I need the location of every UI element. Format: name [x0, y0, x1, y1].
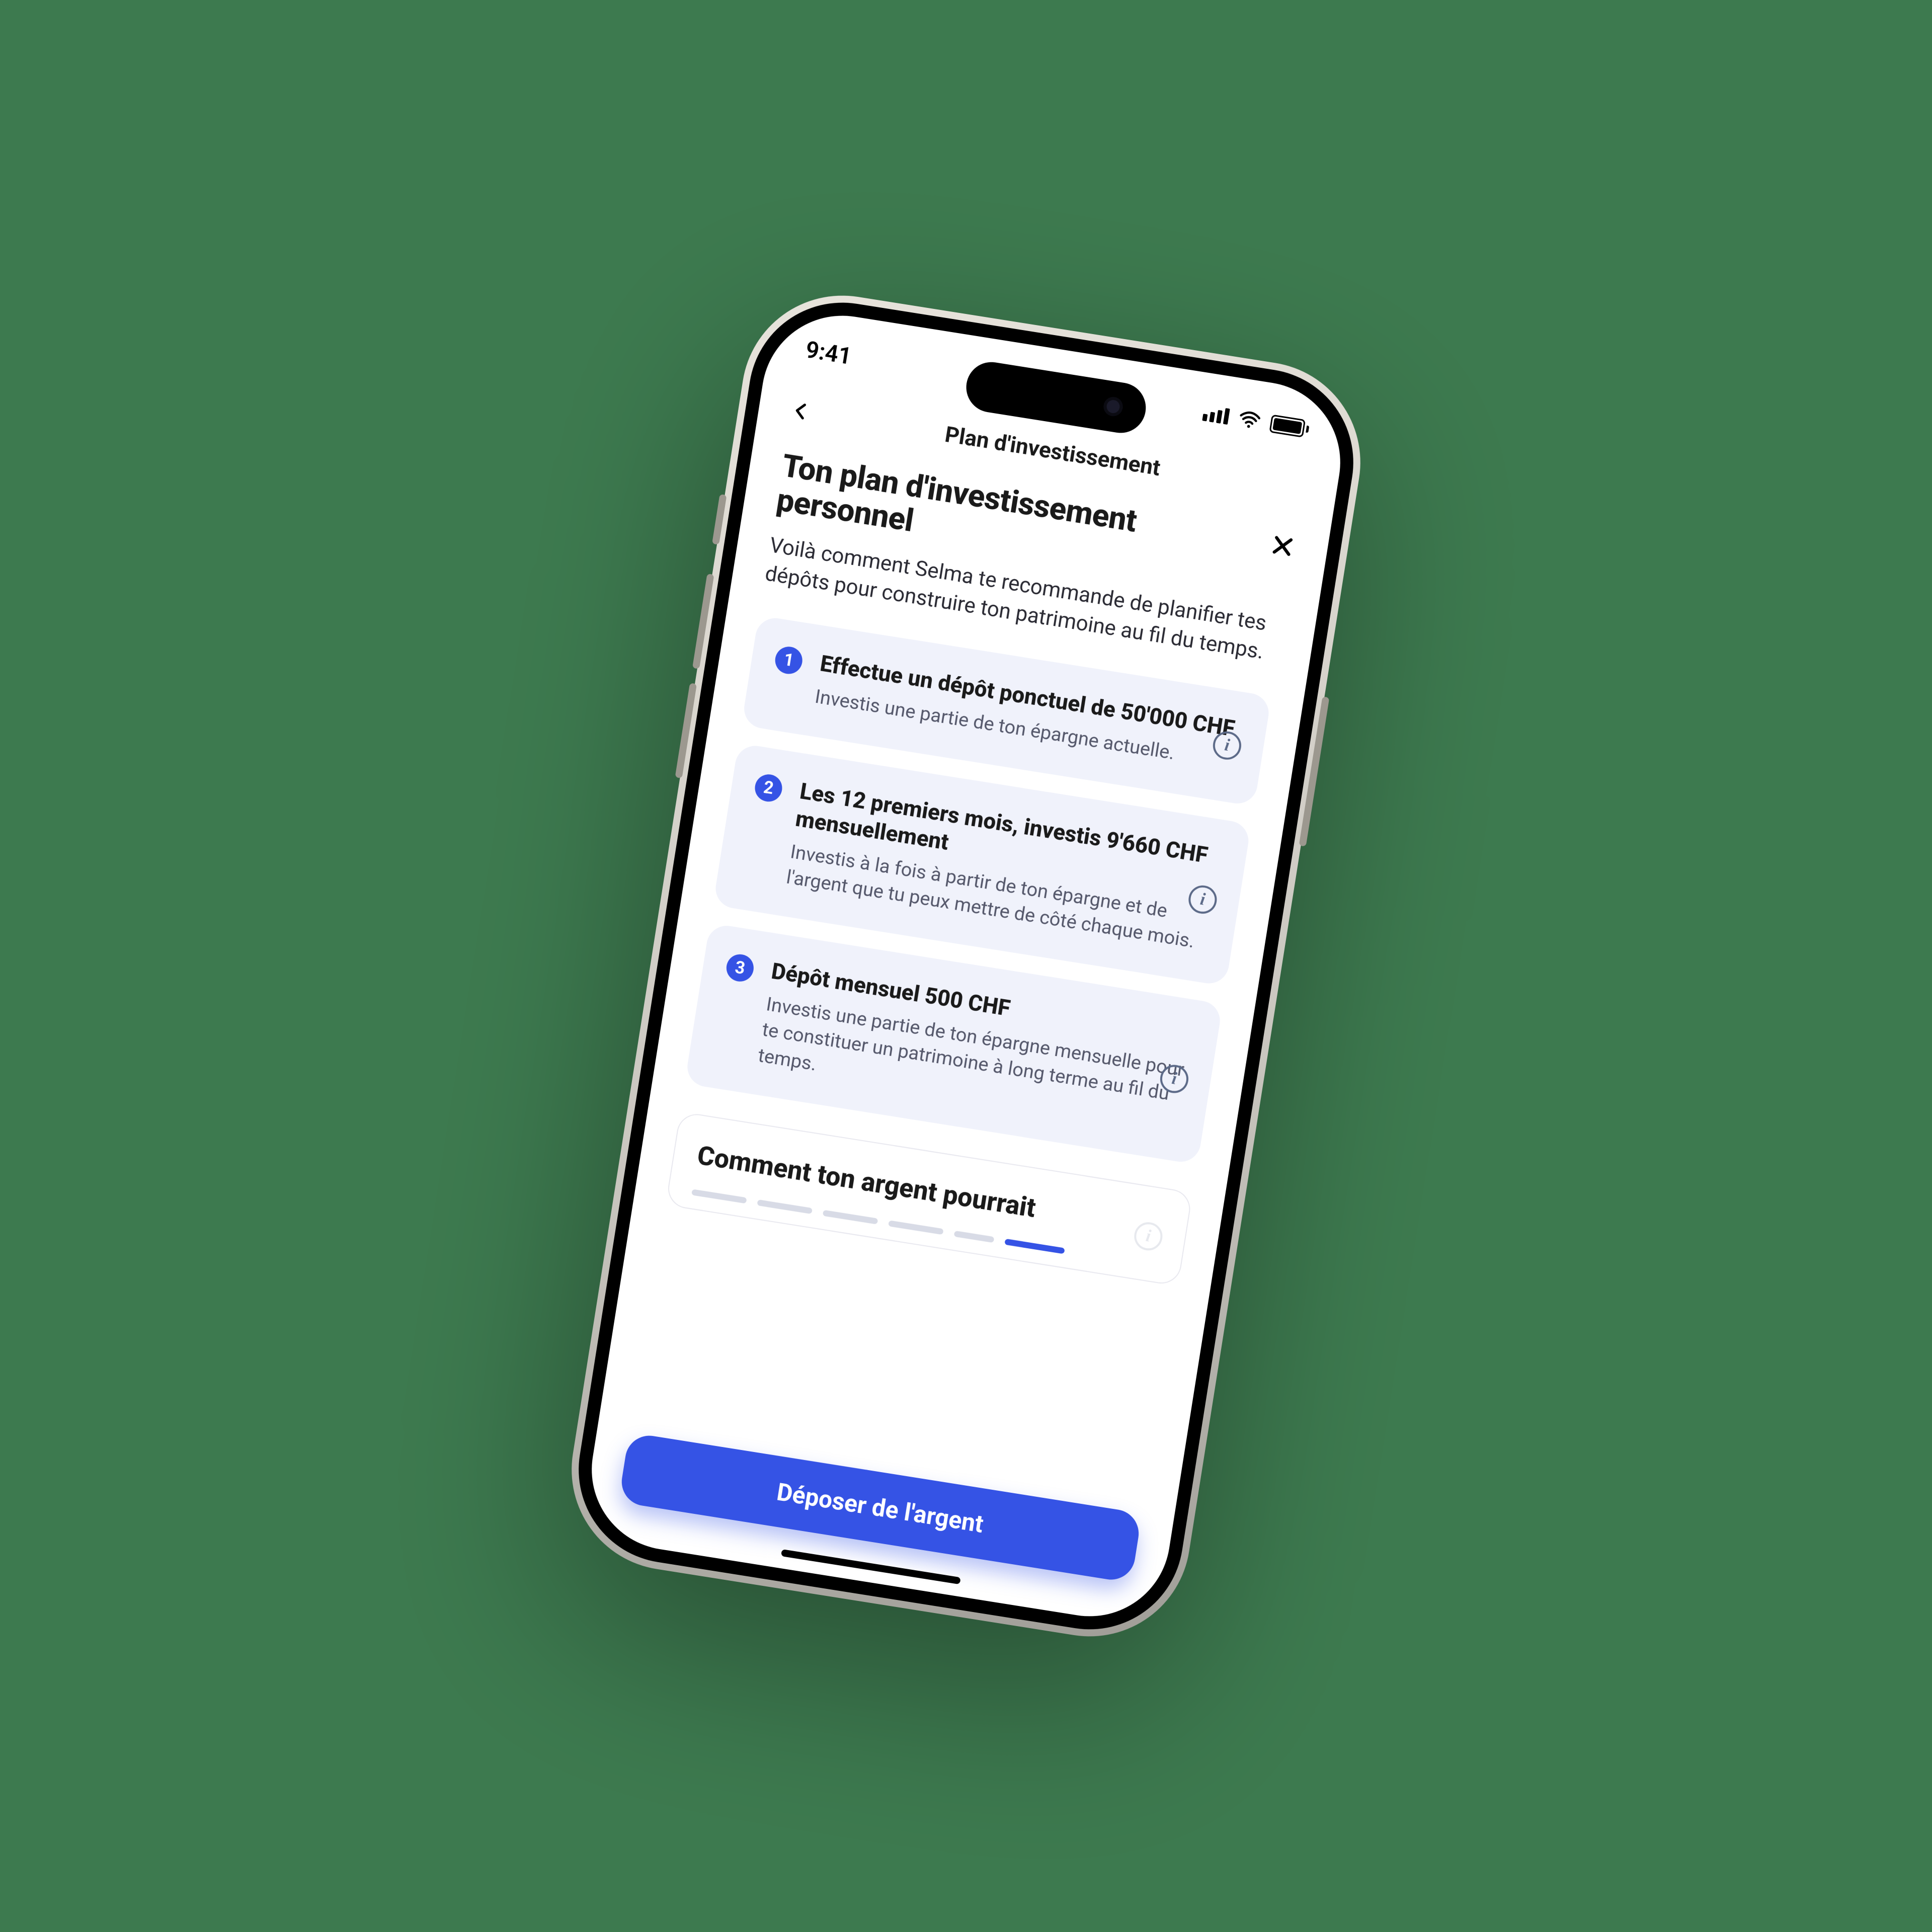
back-button[interactable] [790, 399, 813, 423]
steps-list: 1 Effectue un dépôt ponctuel de 50'000 C… [685, 615, 1272, 1165]
status-time: 9:41 [803, 336, 853, 370]
stage: 9:41 [0, 0, 1932, 1932]
content: Plan d'investissement Ton plan d'investi… [580, 304, 1352, 1628]
step-number-badge: 1 [773, 645, 804, 676]
step-number-badge: 2 [753, 772, 784, 803]
phone-bezel: 9:41 [565, 289, 1366, 1643]
wifi-icon [1237, 408, 1262, 433]
cellular-icon [1202, 405, 1230, 425]
close-button[interactable] [1268, 532, 1297, 560]
mute-switch [712, 494, 727, 545]
battery-icon [1269, 415, 1310, 439]
screen: 9:41 [580, 304, 1352, 1628]
status-right [1201, 402, 1310, 441]
phone-mockup: 9:41 [557, 281, 1375, 1651]
phone-frame: 9:41 [557, 281, 1375, 1651]
step-number-badge: 3 [725, 952, 756, 984]
deposit-button-label: Déposer de l'argent [775, 1477, 986, 1538]
